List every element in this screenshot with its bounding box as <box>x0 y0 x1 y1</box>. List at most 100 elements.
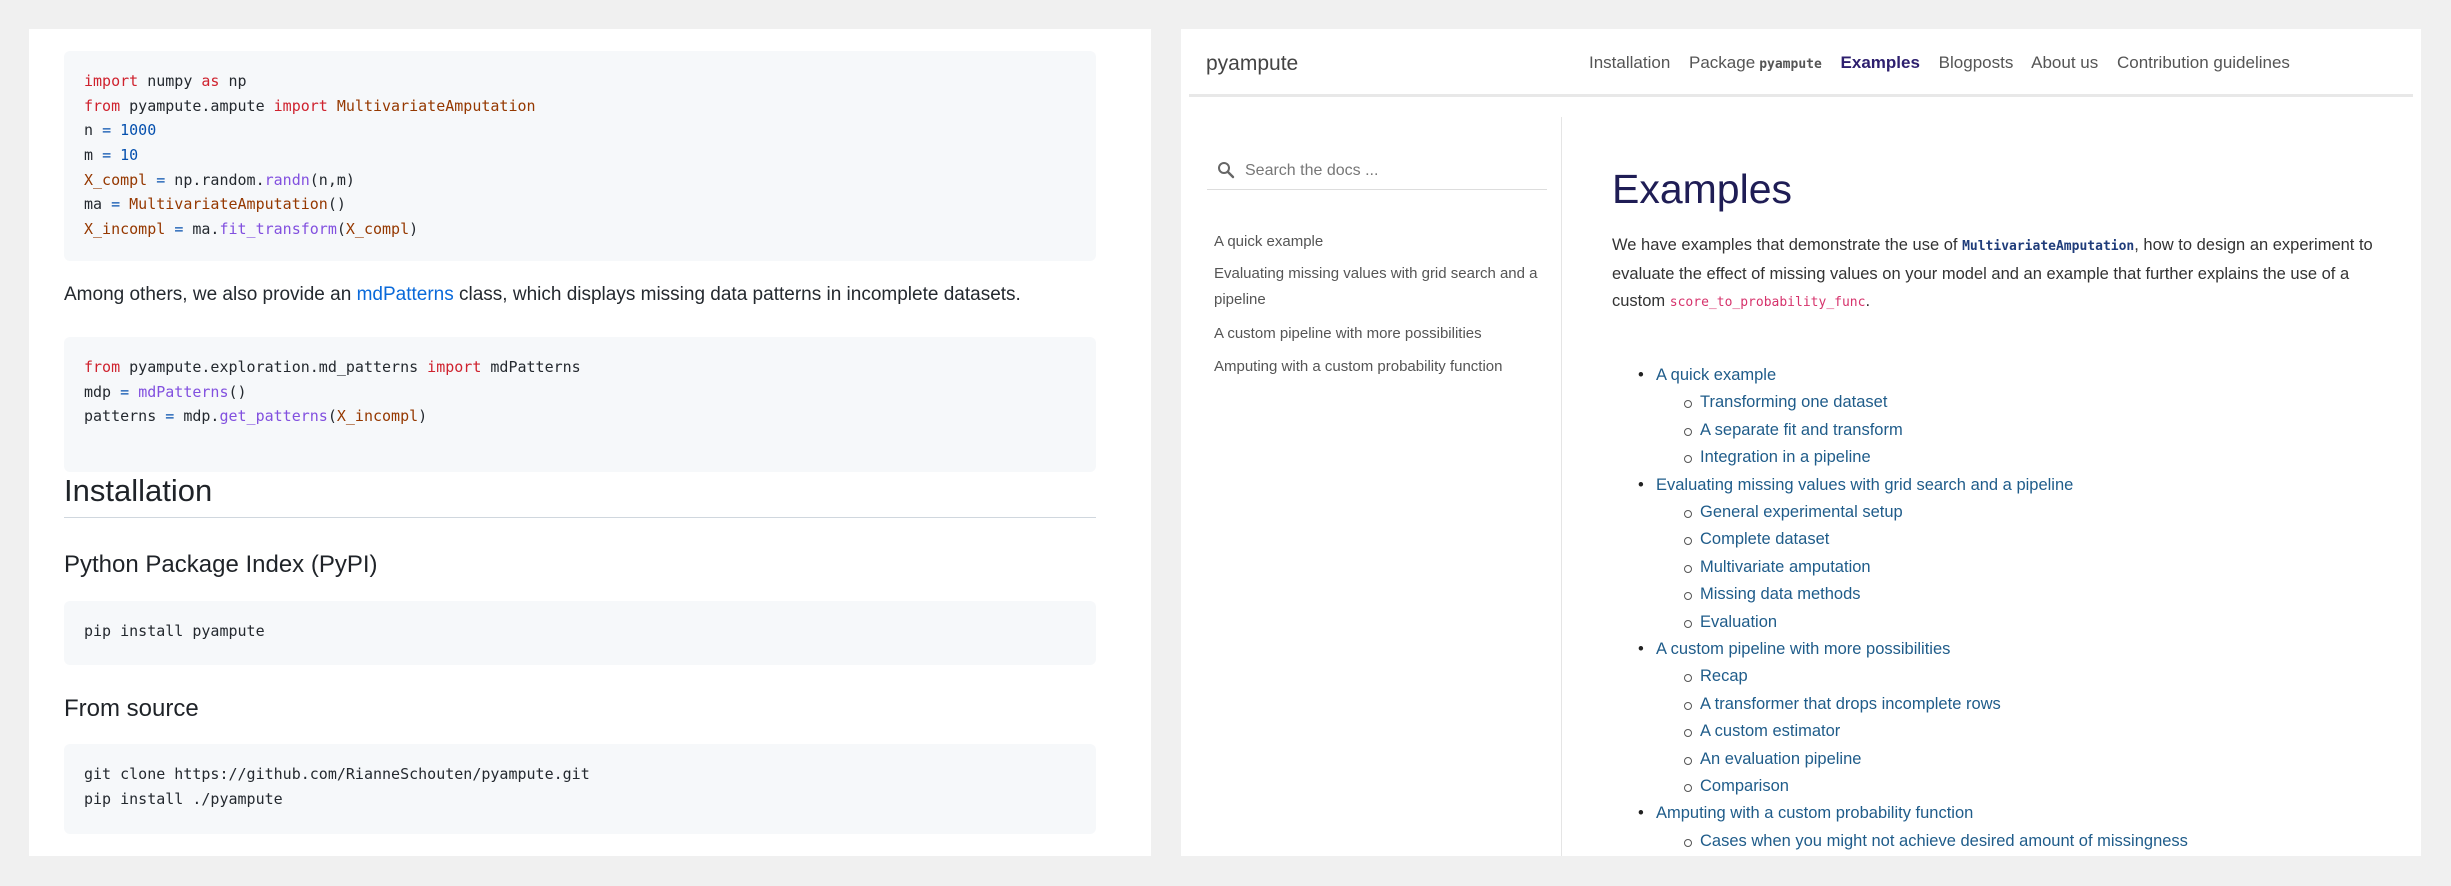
code-line: n = 1000 <box>84 118 1076 143</box>
toc-sublink[interactable]: A separate fit and transform <box>1684 421 1903 440</box>
code-token: np <box>219 72 247 90</box>
sidebar-item-custom-probability[interactable]: Amputing with a custom probability funct… <box>1214 354 1544 380</box>
code-token: () <box>228 382 247 401</box>
nav-blogposts[interactable]: Blogposts <box>1939 53 2014 72</box>
toc-sublink[interactable]: Recap <box>1684 667 1748 686</box>
paragraph-text-after: class, which displays missing data patte… <box>453 284 1021 305</box>
toc-sublink[interactable]: Missing data methods <box>1684 585 1861 604</box>
nav-contribution[interactable]: Contribution guidelines <box>2117 53 2290 72</box>
code-token: X_incompl <box>336 407 419 426</box>
code-token: = <box>102 121 112 140</box>
code-token: numpy <box>138 72 202 90</box>
code-token: fit_transform <box>219 220 337 239</box>
code-token: X_compl <box>345 220 410 239</box>
code-token: n <box>84 121 103 140</box>
sidebar-item-custom-pipeline[interactable]: A custom pipeline with more possibilitie… <box>1214 321 1544 347</box>
code-token: from <box>84 358 121 376</box>
code-token: ma <box>84 195 112 214</box>
toc-link[interactable]: A quick example <box>1638 366 1776 385</box>
code-token: np.random. <box>165 170 265 189</box>
toc-link[interactable]: Evaluating missing values with grid sear… <box>1638 476 2073 495</box>
code-token: pyampute.ampute <box>120 96 274 115</box>
code-token: pip install ./pyampute <box>84 789 283 808</box>
code-token: = <box>174 220 184 239</box>
code-token: ) <box>409 220 419 239</box>
code-line: git clone https://github.com/RianneSchou… <box>84 762 1076 787</box>
paragraph-text-before: Among others, we also provide an <box>64 284 357 305</box>
code-token: X_incompl <box>84 220 166 239</box>
code-token: 10 <box>120 146 139 165</box>
installation-heading: Installation <box>64 473 1096 518</box>
code-block-mdpatterns: from pyampute.exploration.md_patterns im… <box>64 337 1096 472</box>
toc-sublink[interactable]: A transformer that drops incomplete rows <box>1684 695 2001 714</box>
toc-sublink[interactable]: Evaluation <box>1683 613 1777 632</box>
nav-package[interactable]: Package pyampute <box>1689 53 1822 72</box>
toc-sublink[interactable]: An evaluation pipeline <box>1683 750 1861 769</box>
sidebar-item-evaluating[interactable]: Evaluating missing values with grid sear… <box>1214 261 1544 313</box>
code-line: X_compl = np.random.randn(n,m) <box>84 168 1076 193</box>
code-token: import <box>84 72 139 90</box>
brand-logo[interactable]: pyampute <box>1206 52 1298 76</box>
code-token: = <box>156 170 166 189</box>
pypi-heading: Python Package Index (PyPI) <box>64 551 378 578</box>
toc-sublink[interactable]: Integration in a pipeline <box>1684 448 1871 467</box>
sidebar-item-quick-example[interactable]: A quick example <box>1214 229 1544 255</box>
code-token: import <box>427 358 482 376</box>
toc-sublink[interactable]: Multivariate amputation <box>1684 558 1871 577</box>
code-token: X_compl <box>84 170 148 189</box>
intro-code-multivariate[interactable]: MultivariateAmputation <box>1962 239 2134 254</box>
code-token: = <box>111 195 121 214</box>
toc-sublink[interactable]: Complete dataset <box>1683 530 1829 549</box>
code-token: ( <box>336 220 346 239</box>
code-line: patterns = mdp.get_patterns(X_incompl) <box>84 404 1076 429</box>
toc-sublink[interactable]: Comparison <box>1684 777 1789 796</box>
intro-paragraph: We have examples that demonstrate the us… <box>1612 232 2392 317</box>
nav-links: Installation Package pyampute Examples Bl… <box>1589 53 2304 73</box>
nav-package-code: pyampute <box>1759 57 1822 72</box>
code-line: from pyampute.ampute import Multivariate… <box>84 94 1076 119</box>
nav-installation[interactable]: Installation <box>1589 53 1670 72</box>
code-token: ma. <box>183 220 220 239</box>
mdpatterns-paragraph: Among others, we also provide an mdPatte… <box>64 284 1021 306</box>
toc-sublink[interactable]: General experimental setup <box>1684 503 1903 522</box>
code-token: MultivariateAmputation <box>336 96 536 115</box>
code-token: 1000 <box>120 121 157 140</box>
from-source-heading: From source <box>64 695 199 722</box>
code-line: m = 10 <box>84 143 1076 168</box>
code-token: (n,m) <box>309 170 355 189</box>
code-token: from <box>84 96 121 115</box>
left-docs-panel: import numpy as np from pyampute.ampute i… <box>29 29 1151 856</box>
code-token: mdPatterns <box>138 382 229 401</box>
toc-link[interactable]: A custom pipeline with more possibilitie… <box>1638 640 1950 659</box>
code-line: import numpy as np <box>84 69 1076 94</box>
code-token: get_patterns <box>219 407 328 426</box>
code-token: pip install pyampute <box>84 622 265 640</box>
code-token: mdp <box>84 382 121 401</box>
toc-sublink[interactable]: A custom estimator <box>1683 722 1840 741</box>
top-navbar: pyampute Installation Package pyampute Ex… <box>1189 29 2413 97</box>
intro-text-1: We have examples that demonstrate the us… <box>1612 236 1963 254</box>
code-token: patterns <box>84 407 166 426</box>
code-token: ) <box>418 407 428 426</box>
code-token: m <box>84 146 103 165</box>
page-title: Examples <box>1612 166 1793 212</box>
toc-sublink[interactable]: Transforming one dataset <box>1683 393 1887 412</box>
toc-sublink[interactable]: Cases when you might not achieve desired… <box>1684 832 2188 851</box>
code-token: = <box>102 146 112 165</box>
nav-about[interactable]: About us <box>2031 53 2098 72</box>
mdpatterns-link[interactable]: mdPatterns <box>357 284 454 305</box>
nav-examples[interactable]: Examples <box>1841 53 1920 72</box>
intro-text-3: . <box>1865 292 1871 310</box>
code-token: ( <box>327 407 337 426</box>
search-input[interactable]: Search the docs ... <box>1207 159 1547 190</box>
toc-link[interactable]: Amputing with a custom probability funct… <box>1638 804 1973 823</box>
code-token: () <box>327 195 346 214</box>
code-line: from pyampute.exploration.md_patterns im… <box>84 355 1076 380</box>
code-line: mdp = mdPatterns() <box>84 380 1076 405</box>
nav-package-label: Package <box>1689 53 1756 72</box>
